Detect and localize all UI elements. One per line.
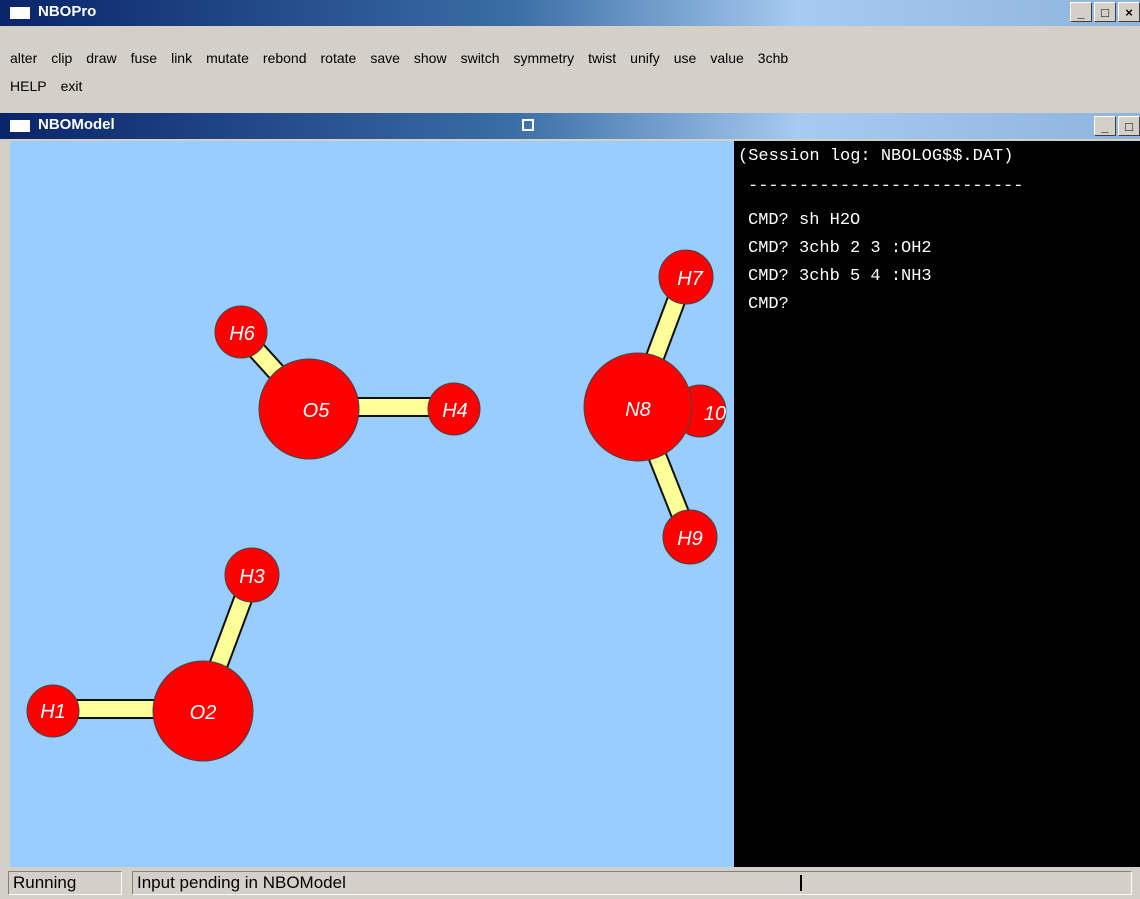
menu-show[interactable]: show bbox=[414, 50, 447, 66]
console-header: (Session log: NBOLOG$$.DAT) bbox=[738, 147, 1014, 166]
menu-value[interactable]: value bbox=[710, 50, 743, 66]
svg-text:H1: H1 bbox=[40, 701, 66, 723]
child-window-titlebar[interactable]: NBOModel _ □ bbox=[0, 113, 1140, 139]
svg-text:H7: H7 bbox=[677, 268, 703, 290]
svg-text:H9: H9 bbox=[677, 528, 703, 550]
atom-o2[interactable]: O2 bbox=[152, 660, 254, 762]
svg-text:O5: O5 bbox=[303, 400, 331, 422]
console-line: CMD? 3chb 5 4 :NH3 bbox=[748, 267, 932, 286]
svg-text:O2: O2 bbox=[190, 702, 217, 724]
menu-row-2: HELP exit bbox=[10, 78, 96, 94]
menu-save[interactable]: save bbox=[370, 50, 400, 66]
session-console[interactable]: (Session log: NBOLOG$$.DAT) ------------… bbox=[734, 141, 1140, 867]
menu-mutate[interactable]: mutate bbox=[206, 50, 249, 66]
menu-bar: alter clip draw fuse link mutate rebond … bbox=[0, 42, 1140, 104]
restore-icon[interactable] bbox=[522, 119, 534, 131]
molecule-canvas[interactable]: H1 O2 H3 H4 O5 H6 10 H7 N8 H9 bbox=[10, 141, 734, 867]
menu-3chb[interactable]: 3chb bbox=[758, 50, 788, 66]
atom-h6[interactable]: H6 bbox=[214, 305, 268, 359]
svg-text:N8: N8 bbox=[625, 399, 651, 421]
text-caret bbox=[800, 875, 802, 891]
console-prompt[interactable]: CMD? bbox=[748, 295, 789, 314]
atom-o5[interactable]: O5 bbox=[258, 358, 360, 460]
minimize-button[interactable]: _ bbox=[1070, 2, 1092, 22]
atom-h3[interactable]: H3 bbox=[224, 547, 280, 603]
console-line: CMD? 3chb 2 3 :OH2 bbox=[748, 239, 932, 258]
atoms[interactable]: H1 O2 H3 H4 O5 H6 10 H7 N8 H9 bbox=[26, 249, 727, 762]
maximize-button[interactable]: □ bbox=[1094, 2, 1116, 22]
child-window-icon bbox=[10, 120, 30, 132]
atom-h7[interactable]: H7 bbox=[658, 249, 714, 305]
menu-exit[interactable]: exit bbox=[61, 78, 83, 94]
menu-switch[interactable]: switch bbox=[461, 50, 500, 66]
menu-link[interactable]: link bbox=[171, 50, 192, 66]
menu-rotate[interactable]: rotate bbox=[321, 50, 357, 66]
atom-h9[interactable]: H9 bbox=[662, 509, 718, 565]
menu-use[interactable]: use bbox=[674, 50, 697, 66]
app-icon bbox=[10, 7, 30, 19]
menu-clip[interactable]: clip bbox=[51, 50, 72, 66]
menu-twist[interactable]: twist bbox=[588, 50, 616, 66]
svg-text:H6: H6 bbox=[229, 323, 255, 345]
console-line: CMD? sh H2O bbox=[748, 211, 861, 230]
atom-h1[interactable]: H1 bbox=[26, 684, 80, 738]
menu-row-1: alter clip draw fuse link mutate rebond … bbox=[10, 50, 802, 66]
bonds bbox=[53, 273, 699, 719]
app-title: NBOPro bbox=[38, 3, 97, 20]
menu-rebond[interactable]: rebond bbox=[263, 50, 307, 66]
atom-h4[interactable]: H4 bbox=[427, 382, 481, 436]
status-message: Input pending in NBOModel bbox=[132, 871, 1132, 895]
menu-alter[interactable]: alter bbox=[10, 50, 37, 66]
menu-help[interactable]: HELP bbox=[10, 78, 47, 94]
molecule-view[interactable]: H1 O2 H3 H4 O5 H6 10 H7 N8 H9 bbox=[10, 141, 734, 867]
svg-text:H4: H4 bbox=[442, 400, 468, 422]
menu-unify[interactable]: unify bbox=[630, 50, 660, 66]
atom-n8[interactable]: N8 bbox=[583, 352, 693, 462]
menu-symmetry[interactable]: symmetry bbox=[513, 50, 574, 66]
child-minimize-button[interactable]: _ bbox=[1094, 116, 1116, 136]
svg-text:10: 10 bbox=[704, 403, 726, 425]
close-button[interactable]: × bbox=[1118, 2, 1140, 22]
app-titlebar[interactable]: NBOPro _ □ × bbox=[0, 0, 1140, 26]
status-bar: Running Input pending in NBOModel bbox=[0, 867, 1140, 899]
menu-fuse[interactable]: fuse bbox=[131, 50, 157, 66]
child-maximize-button[interactable]: □ bbox=[1118, 116, 1140, 136]
svg-text:H3: H3 bbox=[239, 566, 265, 588]
status-state: Running bbox=[8, 871, 122, 895]
child-window-title: NBOModel bbox=[38, 116, 115, 133]
menu-draw[interactable]: draw bbox=[86, 50, 116, 66]
console-separator: --------------------------- bbox=[748, 177, 1024, 196]
